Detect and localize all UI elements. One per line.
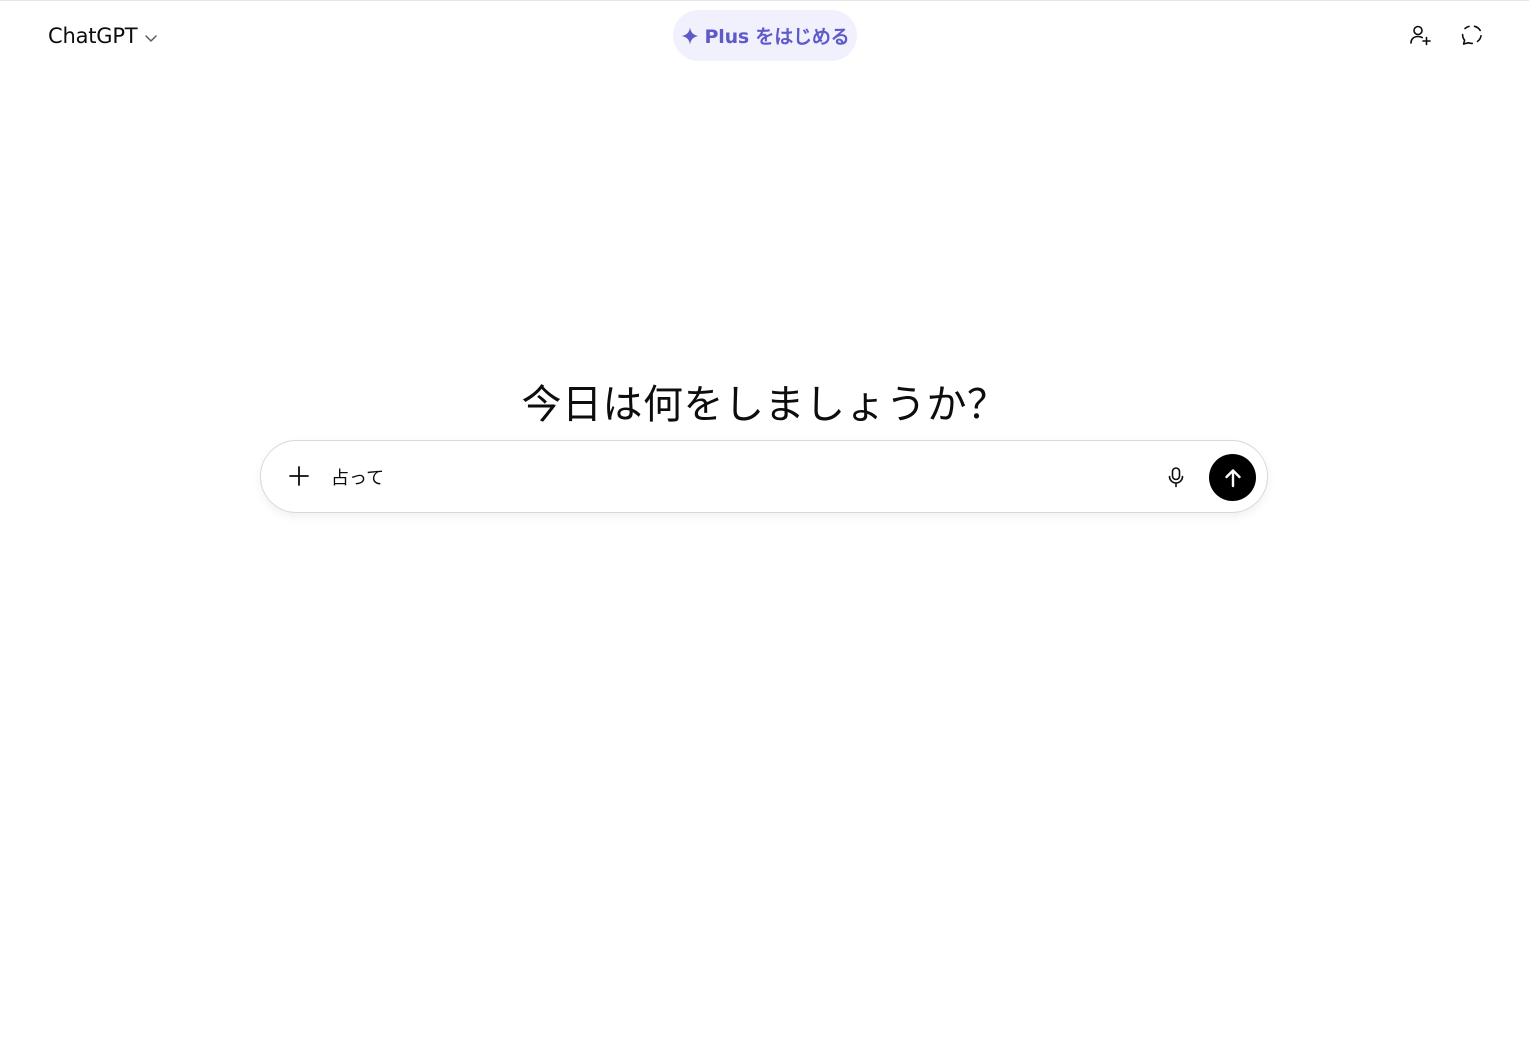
prompt-input[interactable]	[331, 463, 1131, 491]
attach-button[interactable]	[279, 456, 319, 496]
add-user-button[interactable]	[1399, 14, 1441, 56]
microphone-icon	[1165, 466, 1187, 488]
upgrade-plus-button[interactable]: Plus をはじめる	[673, 10, 857, 61]
chevron-down-icon	[143, 30, 159, 46]
model-selector[interactable]: ChatGPT	[38, 14, 169, 58]
send-button[interactable]	[1209, 454, 1256, 501]
upgrade-plus-label: Plus をはじめる	[704, 26, 850, 48]
arrow-up-icon	[1222, 467, 1244, 489]
sparkle-icon	[681, 27, 699, 45]
temporary-chat-icon	[1460, 23, 1484, 47]
page-heading: 今日は何をしましょうか？	[521, 381, 1008, 428]
plus-icon	[288, 465, 310, 487]
top-border	[0, 0, 1529, 1]
add-user-icon	[1408, 23, 1432, 47]
model-name: ChatGPT	[48, 24, 138, 48]
temporary-chat-button[interactable]	[1451, 14, 1493, 56]
composer	[260, 440, 1268, 513]
voice-input-button[interactable]	[1157, 458, 1195, 496]
